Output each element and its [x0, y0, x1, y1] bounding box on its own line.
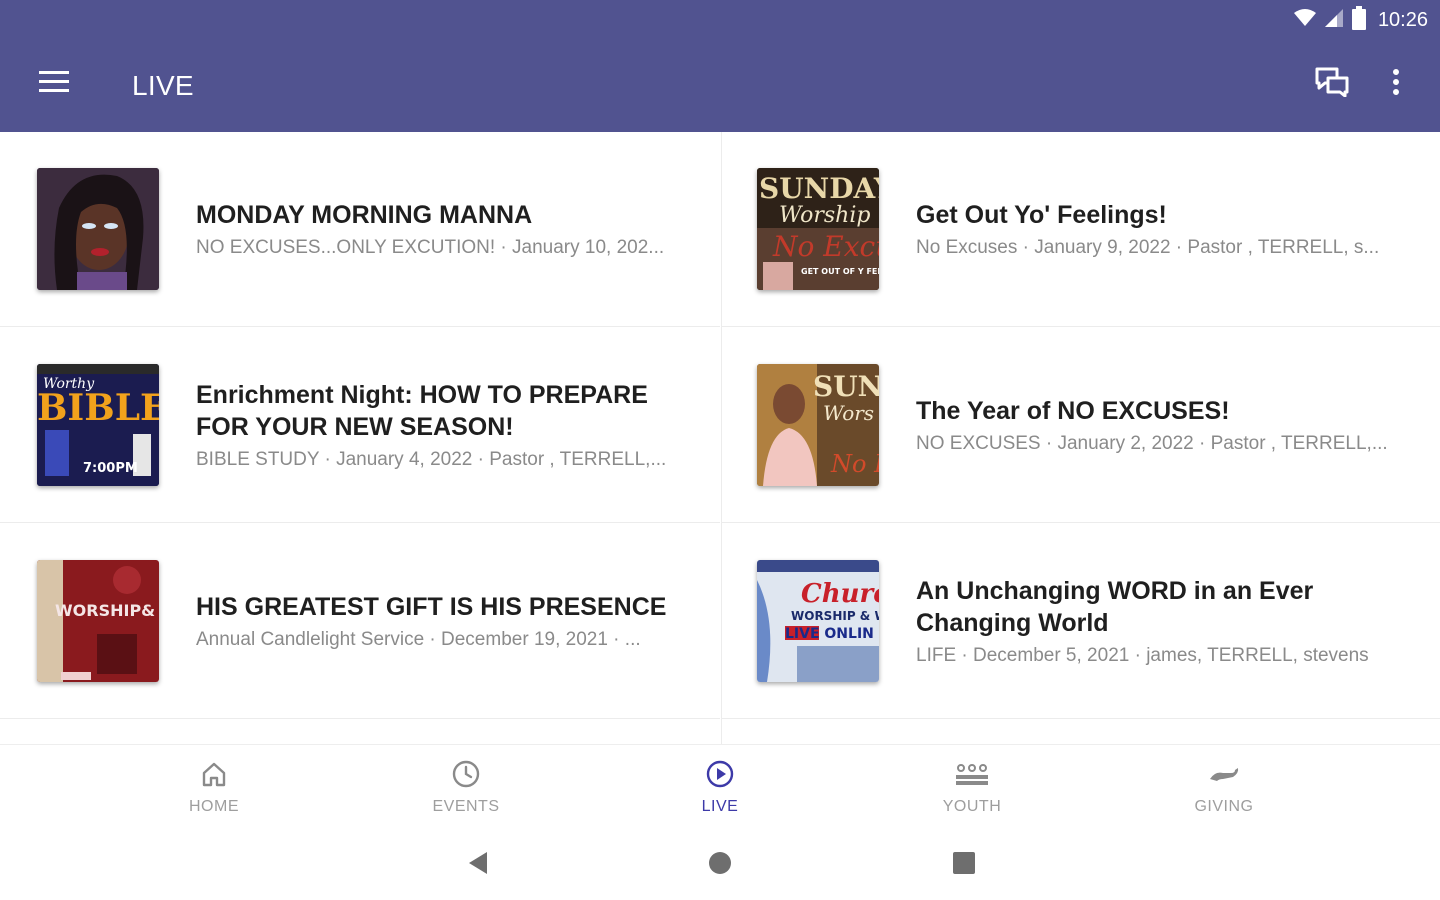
more-vert-icon [1392, 68, 1400, 101]
thumb-text: Wors [823, 401, 874, 425]
media-title: Enrichment Night: HOW TO PREPARE FOR YOU… [196, 380, 648, 441]
nav-label: YOUTH [942, 798, 1002, 815]
recents-icon [953, 851, 975, 879]
page-title: LIVE [132, 70, 194, 101]
media-subtitle: BIBLE STUDY · January 4, 2022 · Pastor ,… [196, 448, 667, 470]
bottom-navigation: HOME EVENTS LIVE YOUTH GIVING [0, 744, 1440, 830]
media-text: Get Out Yo' Feelings! No Excuses · Janua… [916, 132, 1406, 327]
nav-live[interactable]: LIVE [620, 745, 820, 831]
thumb-text: WORSHIP & WO [791, 609, 879, 623]
nav-giving[interactable]: GIVING [1124, 745, 1324, 831]
thumb-text: WORSHIP& [55, 601, 155, 620]
media-thumbnail: WORSHIP& [37, 560, 159, 682]
media-subtitle: Annual Candlelight Service · December 19… [196, 628, 641, 650]
more-options-button[interactable] [1374, 60, 1418, 108]
media-title: MONDAY MORNING MANNA [196, 200, 533, 229]
home-icon [199, 759, 229, 794]
giving-hand-icon [1207, 759, 1241, 794]
battery-icon [1351, 6, 1366, 35]
system-home-button[interactable] [700, 848, 740, 882]
media-text: An Unchanging WORD in an Ever Changing W… [916, 524, 1406, 719]
thumb-text: SUNDAY [759, 172, 879, 205]
nav-label: GIVING [1194, 798, 1254, 815]
media-grid: MONDAY MORNING MANNA NO EXCUSES...ONLY E… [0, 132, 1440, 744]
home-circle-icon [708, 851, 732, 880]
media-thumbnail: Churc WORSHIP & WO LIVE ONLIN [757, 560, 879, 682]
system-back-button[interactable] [458, 848, 498, 882]
media-item[interactable]: Worthy BIBLE 7:00PM Enrichment Night: HO… [0, 328, 720, 523]
group-icon [954, 759, 990, 794]
wifi-icon [1293, 9, 1316, 32]
menu-icon [39, 70, 69, 98]
thumb-text: Churc [801, 579, 879, 609]
media-subtitle: NO EXCUSES...ONLY EXCUTION! · January 10… [196, 236, 665, 258]
media-thumbnail: Worthy BIBLE 7:00PM [37, 364, 159, 486]
media-thumbnail [37, 168, 159, 290]
media-text: HIS GREATEST GIFT IS HIS PRESENCE Annual… [196, 524, 686, 719]
media-subtitle: NO EXCUSES · January 2, 2022 · Pastor , … [916, 432, 1388, 454]
thumb-text: BIBLE [37, 387, 159, 429]
nav-youth[interactable]: YOUTH [872, 745, 1072, 831]
media-item[interactable]: MONDAY MORNING MANNA NO EXCUSES...ONLY E… [0, 132, 720, 327]
media-subtitle: LIFE · December 5, 2021 · james, TERRELL… [916, 644, 1369, 666]
status-icons: 10:26 [1293, 6, 1428, 35]
status-bar: 10:26 [0, 0, 1440, 40]
media-subtitle: No Excuses · January 9, 2022 · Pastor , … [916, 236, 1380, 258]
media-item[interactable]: SUND Wors No E The Year of NO EXCUSES! N… [722, 328, 1440, 523]
media-thumbnail: SUND Wors No E [757, 364, 879, 486]
thumb-text: SUND [813, 370, 879, 403]
thumb-text: No Excu [772, 230, 879, 263]
media-text: MONDAY MORNING MANNA NO EXCUSES...ONLY E… [196, 132, 686, 327]
media-item[interactable]: WORSHIP& HIS GREATEST GIFT IS HIS PRESEN… [0, 524, 720, 719]
nav-home[interactable]: HOME [114, 745, 314, 831]
chat-icon [1315, 67, 1349, 102]
thumb-text: LIVE ONLIN [785, 626, 874, 642]
media-title: Get Out Yo' Feelings! [916, 200, 1167, 229]
back-icon [467, 851, 489, 880]
nav-label: LIVE [701, 798, 739, 815]
nav-events[interactable]: EVENTS [366, 745, 566, 831]
status-time: 10:26 [1377, 9, 1428, 31]
media-item[interactable]: SUNDAY Worship No Excu GET OUT OF Y FEEL… [722, 132, 1440, 327]
nav-label: HOME [189, 798, 239, 815]
thumb-text: 7:00PM [83, 461, 138, 476]
clock-icon [451, 759, 481, 794]
thumb-text: Worship [779, 203, 870, 228]
media-title: HIS GREATEST GIFT IS HIS PRESENCE [196, 592, 667, 621]
system-navigation [0, 830, 1440, 900]
nav-label: EVENTS [432, 798, 500, 815]
chat-button[interactable] [1306, 60, 1358, 108]
menu-button[interactable] [28, 62, 80, 106]
media-text: Enrichment Night: HOW TO PREPARE FOR YOU… [196, 328, 686, 523]
media-thumbnail: SUNDAY Worship No Excu GET OUT OF Y FEEL… [757, 168, 879, 290]
media-item[interactable]: Churc WORSHIP & WO LIVE ONLIN An Unchang… [722, 524, 1440, 719]
media-text: The Year of NO EXCUSES! NO EXCUSES · Jan… [916, 328, 1406, 523]
media-title: An Unchanging WORD in an Ever Changing W… [916, 576, 1314, 637]
signal-icon [1324, 8, 1344, 33]
thumb-text: No E [830, 450, 879, 478]
thumb-text: GET OUT OF Y FEELINGS [801, 267, 879, 276]
app-bar: LIVE [0, 40, 1440, 132]
system-recents-button[interactable] [944, 848, 984, 882]
play-circle-icon [705, 759, 735, 794]
media-title: The Year of NO EXCUSES! [916, 396, 1230, 425]
